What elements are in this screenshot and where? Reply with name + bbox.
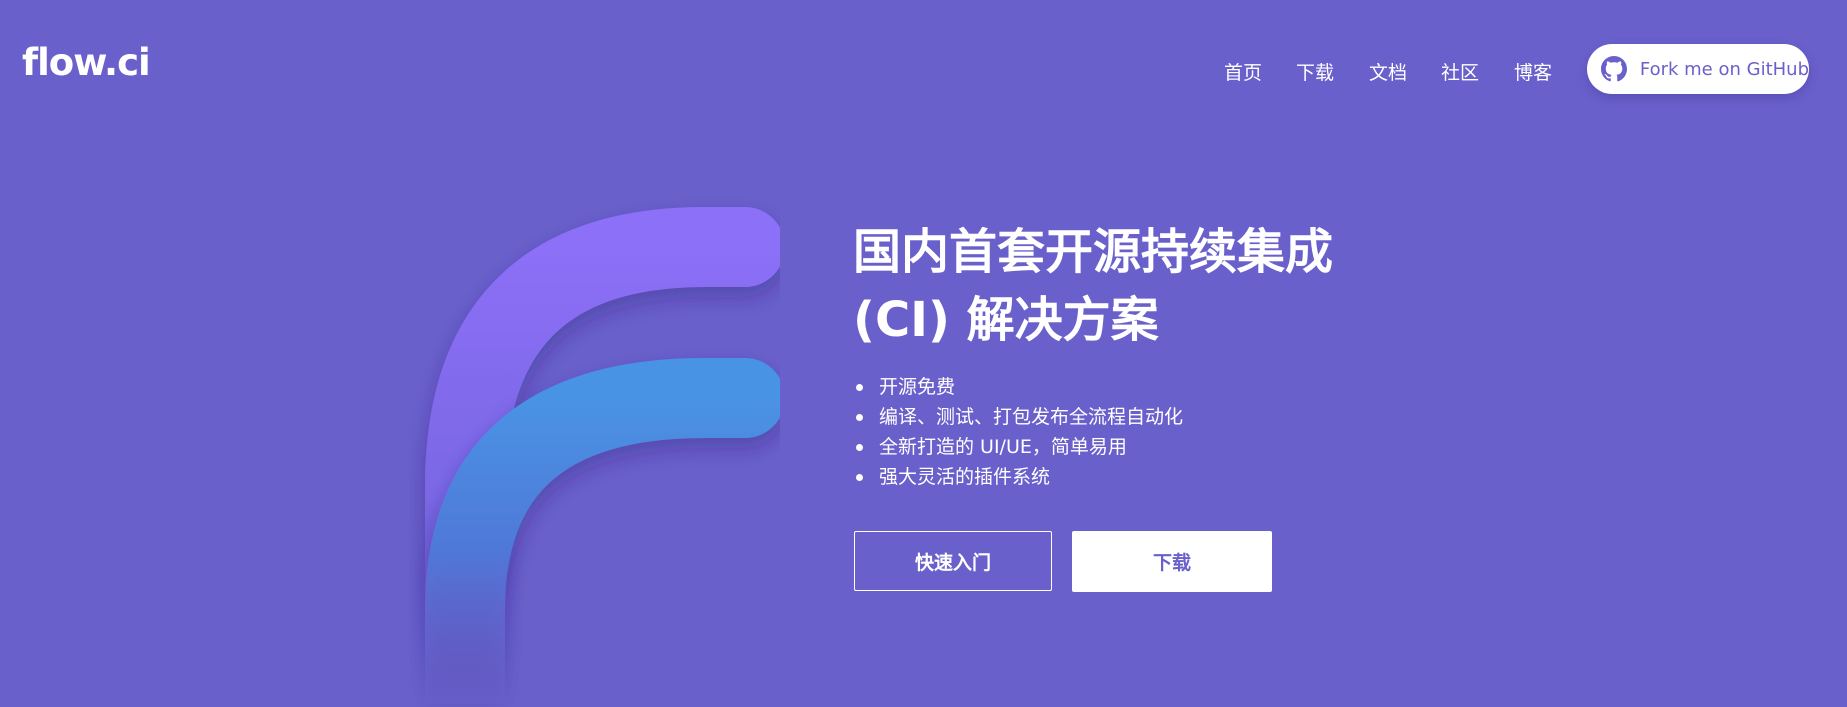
feature-text: 编译、测试、打包发布全流程自动化 bbox=[879, 406, 1184, 428]
bullet-icon bbox=[856, 384, 863, 391]
hero-title-line-1: 国内首套开源持续集成 bbox=[853, 224, 1334, 280]
f-middle-stroke bbox=[425, 358, 785, 707]
feature-text: 开源免费 bbox=[879, 376, 956, 398]
quick-start-button[interactable]: 快速入门 bbox=[854, 531, 1052, 591]
github-fork-button[interactable]: Fork me on GitHub bbox=[1587, 44, 1809, 94]
github-button-label: Fork me on GitHub bbox=[1639, 58, 1809, 80]
feature-text: 强大灵活的插件系统 bbox=[879, 466, 1051, 488]
feature-item: 开源免费 bbox=[853, 372, 1183, 402]
feature-text: 全新打造的 UI/UE，简单易用 bbox=[879, 436, 1127, 458]
hero-title: 国内首套开源持续集成 (CI) 解决方案 bbox=[853, 218, 1413, 354]
page: flow.ci 首页 下载 文档 社区 博客 Fork me on GitHub bbox=[0, 0, 1847, 707]
feature-item: 编译、测试、打包发布全流程自动化 bbox=[853, 402, 1183, 432]
feature-list: 开源免费 编译、测试、打包发布全流程自动化 全新打造的 UI/UE，简单易用 强… bbox=[853, 372, 1183, 492]
feature-item: 全新打造的 UI/UE，简单易用 bbox=[853, 432, 1183, 462]
flow-ci-f-logo bbox=[400, 190, 785, 707]
github-icon bbox=[1601, 55, 1628, 83]
bullet-icon bbox=[856, 474, 863, 481]
nav-blog[interactable]: 博客 bbox=[1514, 58, 1552, 85]
nav-home[interactable]: 首页 bbox=[1224, 58, 1262, 85]
nav-community[interactable]: 社区 bbox=[1441, 58, 1479, 85]
download-button[interactable]: 下载 bbox=[1072, 531, 1272, 592]
logo[interactable]: flow.ci bbox=[22, 44, 151, 81]
feature-item: 强大灵活的插件系统 bbox=[853, 462, 1183, 492]
bullet-icon bbox=[856, 444, 863, 451]
bullet-icon bbox=[856, 414, 863, 421]
hero-title-line-2: (CI) 解决方案 bbox=[853, 292, 1159, 348]
nav-download[interactable]: 下载 bbox=[1296, 58, 1334, 85]
nav-docs[interactable]: 文档 bbox=[1369, 58, 1407, 85]
